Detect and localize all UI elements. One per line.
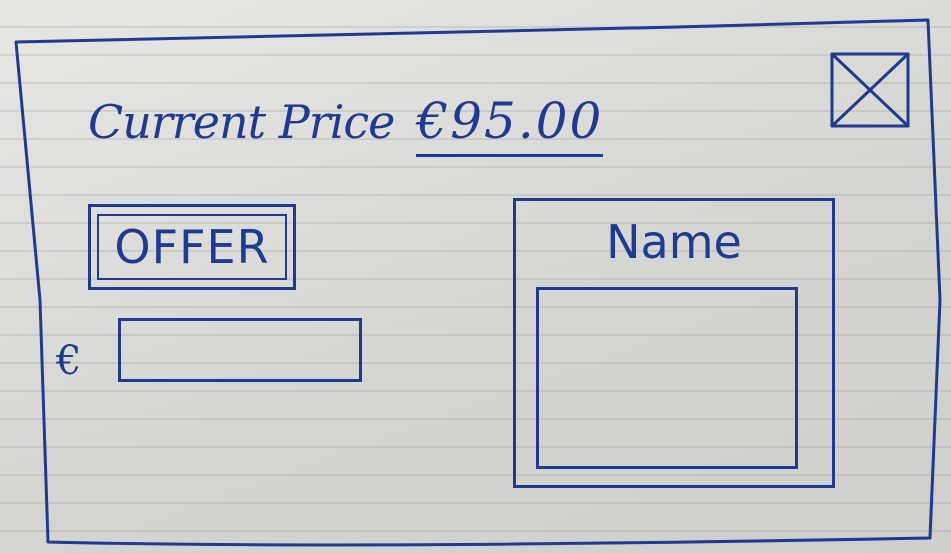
name-input[interactable] [536, 287, 798, 469]
current-price-label: Current Price [88, 95, 395, 149]
name-title: Name [606, 215, 742, 269]
close-button[interactable] [830, 52, 910, 128]
current-price-value: €95.00 [416, 92, 604, 157]
currency-symbol: € [56, 338, 82, 384]
price-row: Current Price €95.00 [88, 92, 604, 157]
offer-button[interactable]: OFFER [88, 204, 296, 290]
offer-amount-input[interactable] [118, 318, 362, 382]
name-panel: Name [513, 198, 835, 488]
offer-button-label: OFFER [97, 214, 287, 280]
close-icon [830, 52, 910, 128]
